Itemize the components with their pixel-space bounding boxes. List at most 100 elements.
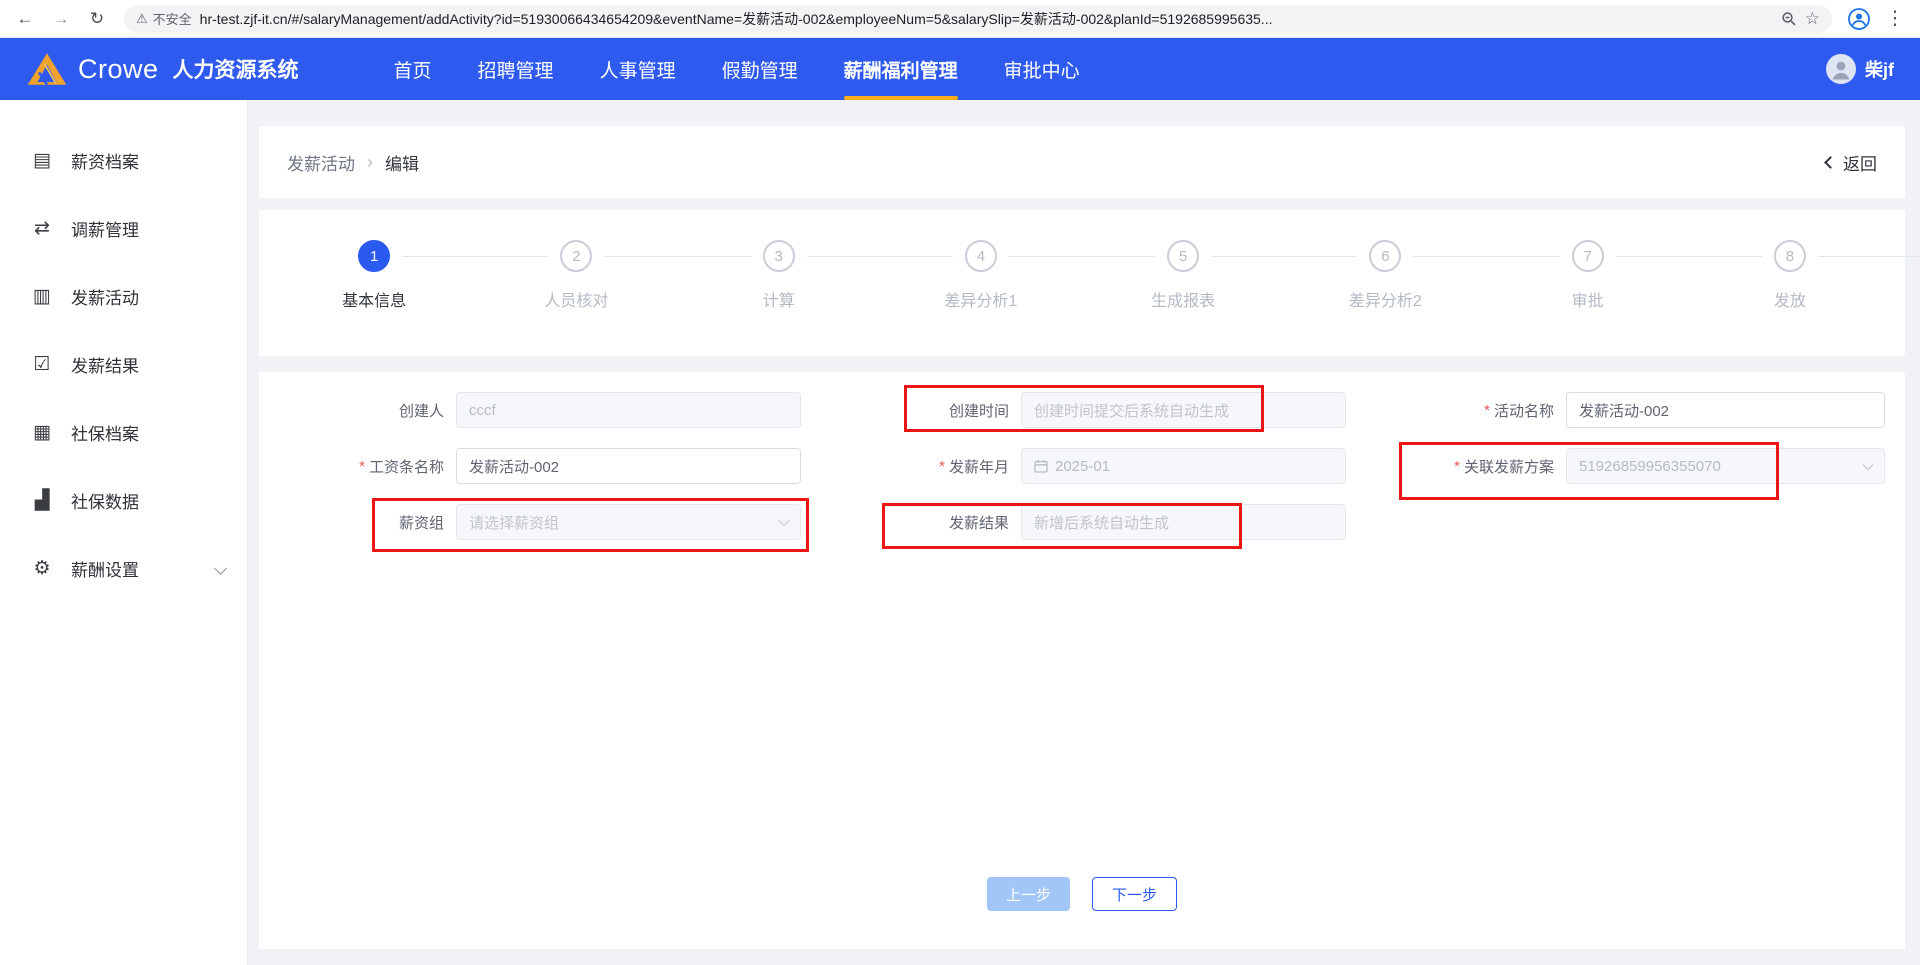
form-field: * 关联发薪方案 51926859956355070 xyxy=(1346,448,1906,484)
social-data-icon: ▟ xyxy=(34,489,50,511)
field-placeholder: 新增后系统自动生成 xyxy=(1034,514,1170,532)
browser-toolbar: ← → ↻ ⚠ 不安全 hr-test.zjf-it.cn/#/salaryMan… xyxy=(0,0,1920,38)
security-label: 不安全 xyxy=(152,12,192,27)
activity-name-field[interactable]: 发薪活动-002 xyxy=(1566,392,1885,428)
back-button[interactable]: 返回 xyxy=(1824,150,1877,175)
salary-archive-icon: ▤ xyxy=(33,149,51,171)
field-label: * 关联发薪方案 xyxy=(1454,457,1554,476)
chevron-down-icon xyxy=(778,514,790,527)
step-label: 审批 xyxy=(1571,293,1604,310)
wizard-buttons: 上一步 下一步 xyxy=(259,877,1905,911)
sidebar-item[interactable]: ⇄ 调薪管理 xyxy=(0,194,247,262)
browser-forward-icon[interactable]: → xyxy=(46,4,76,34)
salary-group-field: 请选择薪资组 xyxy=(456,504,801,540)
stepper-step: 2 人员核对 xyxy=(475,240,751,311)
form-field: 创建时间 创建时间提交后系统自动生成 xyxy=(801,392,1346,428)
sidebar-item-label: 发薪结果 xyxy=(71,356,139,376)
chevron-down-icon xyxy=(214,561,227,575)
step-label: 发放 xyxy=(1773,293,1806,310)
sidebar-item-label: 发薪活动 xyxy=(71,288,139,308)
field-label: 创建时间 xyxy=(948,402,1009,420)
nav-item-label: 假勤管理 xyxy=(721,60,798,82)
stepper-step: 4 差异分析1 xyxy=(880,240,1156,311)
sidebar-item[interactable]: ⚙ 薪酬设置 xyxy=(0,534,247,602)
browser-reload-icon[interactable]: ↻ xyxy=(82,4,112,34)
field-value: 发薪活动-002 xyxy=(1579,402,1670,420)
nav-item[interactable]: 薪酬福利管理 xyxy=(843,38,958,100)
payroll-result-icon: ☑ xyxy=(33,353,51,375)
nav-item-label: 薪酬福利管理 xyxy=(843,60,958,82)
stepper-step: 3 计算 xyxy=(678,240,954,311)
form-field: 创建人 cccf xyxy=(259,392,801,428)
back-label: 返回 xyxy=(1843,154,1877,174)
step-label: 基本信息 xyxy=(342,293,407,310)
breadcrumb-item-payroll-activity[interactable]: 发薪活动 xyxy=(287,150,355,175)
sidebar-item[interactable]: ▥ 发薪活动 xyxy=(0,262,247,330)
step-number: 5 xyxy=(1167,240,1200,272)
pay-result-field: 新增后系统自动生成 xyxy=(1021,504,1346,540)
field-value: 发薪活动-002 xyxy=(469,458,560,476)
field-label: 发薪结果 xyxy=(948,514,1009,532)
sidebar: ▤ 薪资档案 ⇄ 调薪管理 ▥ 发薪活动 ☑ 发薪结果 ▦ 社保档案 ▟ 社保数… xyxy=(0,100,248,965)
address-bar[interactable]: ⚠ 不安全 hr-test.zjf-it.cn/#/salaryManagemen… xyxy=(124,4,1832,33)
breadcrumb-item-edit: 编辑 xyxy=(385,154,419,174)
breadcrumb-separator: › xyxy=(367,151,373,172)
required-asterisk: * xyxy=(1484,401,1490,419)
step-label: 计算 xyxy=(762,293,795,310)
sidebar-item[interactable]: ▦ 社保档案 xyxy=(0,398,247,466)
product-title: 人力资源系统 xyxy=(172,59,299,82)
nav-item-label: 招聘管理 xyxy=(477,60,554,82)
stepper-step: 6 差异分析2 xyxy=(1284,240,1560,311)
sidebar-item-label: 薪酬设置 xyxy=(71,560,139,580)
nav-item[interactable]: 首页 xyxy=(394,38,432,100)
browser-menu-icon[interactable]: ⋮ xyxy=(1880,4,1910,34)
next-step-button[interactable]: 下一步 xyxy=(1092,877,1178,911)
linked-plan-field: 51926859956355070 xyxy=(1566,448,1885,484)
main-nav: 首页 招聘管理 人事管理 假勤管理 薪酬福利管理 审批中心 xyxy=(394,38,1080,100)
chevron-left-icon xyxy=(1824,155,1837,169)
prev-step-button[interactable]: 上一步 xyxy=(986,877,1070,911)
nav-item[interactable]: 人事管理 xyxy=(600,38,676,100)
payroll-activity-icon: ▥ xyxy=(33,285,51,307)
bookmark-star-icon[interactable]: ☆ xyxy=(1805,9,1820,29)
sidebar-item-label: 社保数据 xyxy=(71,492,139,512)
step-label: 生成报表 xyxy=(1151,293,1216,310)
step-number: 1 xyxy=(358,240,391,272)
browser-back-icon[interactable]: ← xyxy=(10,4,40,34)
security-chip[interactable]: ⚠ 不安全 xyxy=(136,9,192,28)
breadcrumb-bar: 发薪活动 › 编辑 返回 xyxy=(259,126,1905,198)
sidebar-item-label: 社保档案 xyxy=(71,424,139,444)
app-header: Crowe 人力资源系统 首页 招聘管理 人事管理 假勤管理 薪酬福利管理 审批… xyxy=(0,38,1920,100)
nav-item-label: 审批中心 xyxy=(1003,60,1080,82)
url-text[interactable]: hr-test.zjf-it.cn/#/salaryManagement/add… xyxy=(200,9,1773,29)
field-placeholder: 创建时间提交后系统自动生成 xyxy=(1034,402,1230,420)
nav-item[interactable]: 招聘管理 xyxy=(478,38,554,100)
zoom-icon[interactable] xyxy=(1781,11,1797,27)
field-label: * 发薪年月 xyxy=(939,457,1009,476)
step-number: 6 xyxy=(1369,240,1402,272)
nav-item[interactable]: 审批中心 xyxy=(1004,38,1080,100)
required-asterisk: * xyxy=(939,457,945,475)
stepper: 1 基本信息 2 人员核对 3 计算 4 差异分析1 5 生成报表 6 差异分析… xyxy=(259,210,1920,356)
sidebar-item[interactable]: ▟ 社保数据 xyxy=(0,466,247,534)
form-field: 发薪结果 新增后系统自动生成 xyxy=(801,504,1346,540)
required-asterisk: * xyxy=(359,457,365,475)
logo[interactable]: Crowe 人力资源系统 xyxy=(26,51,299,87)
form-field: 薪资组 请选择薪资组 xyxy=(259,504,801,540)
sidebar-item-label: 调薪管理 xyxy=(71,220,139,240)
field-label: * 活动名称 xyxy=(1484,401,1554,420)
sidebar-item[interactable]: ☑ 发薪结果 xyxy=(0,330,247,398)
page-body: ▤ 薪资档案 ⇄ 调薪管理 ▥ 发薪活动 ☑ 发薪结果 ▦ 社保档案 ▟ 社保数… xyxy=(0,100,1920,965)
nav-item[interactable]: 假勤管理 xyxy=(722,38,798,100)
payslip-name-field[interactable]: 发薪活动-002 xyxy=(456,448,801,484)
user-menu[interactable]: 柴jf xyxy=(1826,54,1894,84)
salary-settings-icon: ⚙ xyxy=(33,557,51,579)
creator-field: cccf xyxy=(456,392,801,428)
step-number: 3 xyxy=(762,240,795,272)
field-label: 薪资组 xyxy=(398,514,444,532)
browser-profile-icon[interactable] xyxy=(1844,4,1874,34)
calendar-icon xyxy=(1034,459,1048,473)
sidebar-item[interactable]: ▤ 薪资档案 xyxy=(0,126,247,194)
brand-name: Crowe xyxy=(78,53,159,84)
stepper-step: 1 基本信息 xyxy=(273,240,549,311)
